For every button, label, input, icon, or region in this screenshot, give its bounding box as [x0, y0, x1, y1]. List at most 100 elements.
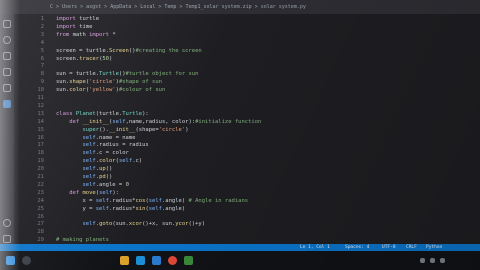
code-line[interactable]: self.c = color — [56, 150, 129, 156]
code-line[interactable]: screen = turtle.Screen()#creating the sc… — [56, 48, 202, 54]
code-token: self — [95, 197, 109, 204]
line-number: 10 — [37, 87, 44, 94]
windows-start-icon[interactable] — [6, 256, 15, 265]
code-editor[interactable]: 1 2 3 4 5 6 7 8 9 10 11 12 13 14 15 16 17 18 19 20 21 22 23 24 2… — [14, 14, 480, 250]
code-token: self — [148, 205, 162, 212]
code-line[interactable]: self.goto(sun.xcor()+x, sun.ycor()+y) — [56, 221, 206, 228]
code-token: xcor — [128, 221, 143, 228]
line-number: 23 — [37, 189, 44, 196]
python-icon[interactable] — [3, 100, 11, 108]
line-number: 24 — [37, 197, 44, 204]
account-icon[interactable] — [3, 219, 11, 227]
code-line[interactable]: sun.color('yellow')#colour of sun — [56, 87, 165, 93]
code-line[interactable]: self.name = name — [56, 135, 136, 141]
line-number: 14 — [37, 118, 44, 125]
line-number: 7 — [40, 63, 44, 70]
edge-icon[interactable] — [136, 256, 145, 265]
source-control-icon[interactable] — [3, 52, 11, 60]
code-line[interactable]: self.up() — [56, 166, 113, 173]
code-line[interactable]: self.pd() — [56, 174, 113, 180]
code-line[interactable]: x = self.radius*cos(self.angle) # Angle … — [56, 198, 248, 204]
code-token: import — [89, 31, 113, 38]
code-token: shape — [69, 79, 86, 86]
code-token: __init__ — [109, 126, 136, 133]
code-token: self — [82, 174, 96, 180]
run-debug-icon[interactable] — [3, 68, 11, 76]
file-explorer-icon[interactable] — [120, 256, 129, 265]
explorer-icon[interactable] — [3, 20, 11, 28]
breadcrumb[interactable]: C > Users > asgst > AppData > Local > Te… — [50, 0, 306, 14]
code-line[interactable]: self.radius = radius — [56, 142, 149, 148]
code-token: self — [82, 221, 96, 228]
code-line[interactable]: self.color(self.c) — [56, 158, 143, 165]
code-line[interactable]: sun = turtle.Turtle()#turtle object for … — [56, 71, 198, 77]
line-number: 3 — [40, 31, 44, 38]
code-line[interactable]: y = self.radius*sin(self.angle) — [56, 206, 185, 212]
code-token: screen = turtle. — [56, 47, 109, 54]
windows-taskbar — [0, 251, 480, 270]
code-token: (sun. — [112, 221, 129, 228]
line-number: 4 — [40, 39, 44, 46]
taskbar-search-icon[interactable] — [22, 256, 31, 265]
code-token: up — [99, 166, 106, 173]
code-line[interactable]: class Planet(turtle.Turtle): — [56, 111, 149, 117]
code-token: #initialize function — [195, 118, 262, 125]
cursor-position[interactable]: Ln 1, Col 1 — [300, 244, 330, 251]
battery-icon[interactable] — [440, 258, 445, 263]
line-number: 1 — [40, 16, 44, 22]
code-token: ()+y) — [188, 221, 206, 228]
line-number: 17 — [37, 142, 44, 149]
indentation-status[interactable]: Spaces: 4 — [345, 244, 369, 251]
line-number: 9 — [40, 79, 44, 86]
code-token: time — [79, 23, 93, 30]
code-line[interactable]: sun.shape('circle')#shape of sun — [56, 79, 162, 85]
line-number: 22 — [37, 181, 44, 188]
line-number: 21 — [37, 174, 44, 180]
line-number: 19 — [37, 158, 44, 165]
volume-icon[interactable] — [430, 258, 435, 263]
code-token: (). — [99, 126, 109, 133]
language-mode[interactable]: Python — [426, 244, 442, 251]
code-token: .name = name — [95, 134, 136, 141]
vscode-taskbar-icon[interactable] — [152, 256, 161, 265]
line-number: 8 — [40, 71, 44, 78]
code-token: .angle) — [162, 205, 186, 212]
extensions-icon[interactable] — [3, 84, 11, 92]
chrome-icon[interactable] — [168, 256, 177, 265]
code-token: self — [82, 158, 96, 165]
encoding-status[interactable]: UTF-8 — [382, 244, 396, 251]
code-line[interactable]: import turtle — [56, 16, 99, 22]
code-line[interactable]: def __init__(self,name,radius, color):#i… — [56, 119, 261, 125]
code-token: 50 — [102, 55, 109, 62]
code-line[interactable]: from math import * — [56, 32, 116, 38]
code-token: screen. — [56, 55, 80, 62]
code-token: ) — [185, 126, 189, 133]
code-token: 'yellow' — [89, 87, 116, 94]
code-line[interactable]: # making planets — [56, 237, 109, 243]
code-token: Screen — [108, 47, 129, 54]
code-token: () — [105, 174, 113, 180]
gear-icon[interactable] — [3, 235, 11, 243]
code-token: self — [82, 150, 96, 157]
code-line[interactable]: self.angle = 0 — [56, 182, 129, 188]
code-token: goto — [99, 221, 113, 228]
code-token: * — [112, 31, 116, 38]
store-icon[interactable] — [184, 256, 193, 265]
code-token: #creating the screen — [135, 47, 202, 54]
wifi-icon[interactable] — [420, 258, 425, 263]
code-token: sun. — [56, 79, 70, 86]
code-token: .radius* — [109, 205, 136, 212]
code-token: color — [69, 87, 86, 94]
code-token: y = — [56, 205, 96, 212]
code-line[interactable]: screen.tracer(50) — [56, 56, 112, 62]
eol-status[interactable]: CRLF — [406, 244, 417, 251]
activity-bar — [0, 14, 14, 250]
line-number: 26 — [37, 213, 44, 220]
code-line[interactable]: def move(self): — [56, 190, 119, 196]
vscode-window: C > Users > asgst > AppData > Local > Te… — [0, 0, 480, 270]
code-line[interactable]: import time — [56, 24, 92, 30]
search-icon[interactable] — [3, 36, 11, 44]
code-line[interactable]: super().__init__(shape='circle') — [56, 127, 189, 133]
